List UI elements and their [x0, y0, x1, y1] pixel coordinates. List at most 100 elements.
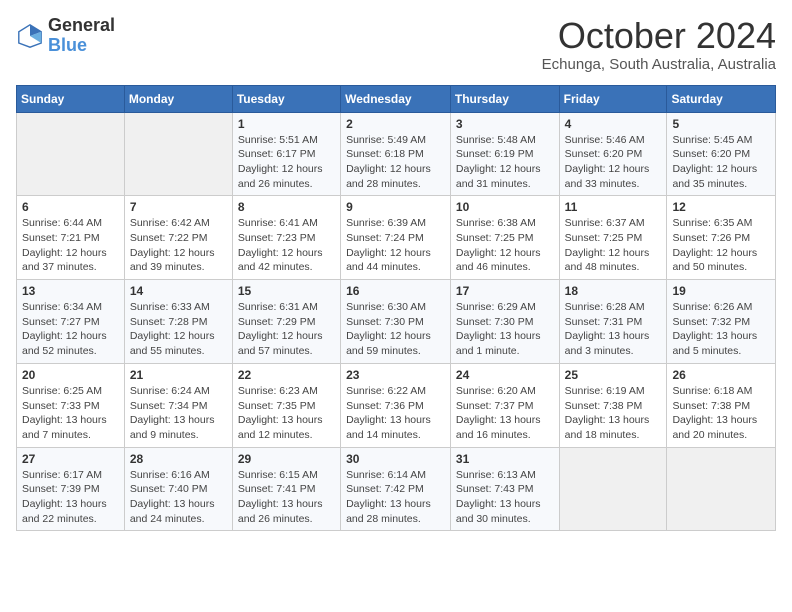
header-cell-thursday: Thursday: [450, 85, 559, 112]
day-info: Sunrise: 6:31 AM Sunset: 7:29 PM Dayligh…: [238, 300, 335, 359]
day-number: 30: [346, 452, 445, 466]
day-info: Sunrise: 6:26 AM Sunset: 7:32 PM Dayligh…: [672, 300, 770, 359]
day-number: 9: [346, 200, 445, 214]
day-number: 28: [130, 452, 227, 466]
month-title: October 2024: [542, 16, 776, 56]
day-number: 21: [130, 368, 227, 382]
day-number: 24: [456, 368, 554, 382]
header-cell-sunday: Sunday: [17, 85, 125, 112]
day-info: Sunrise: 6:18 AM Sunset: 7:38 PM Dayligh…: [672, 384, 770, 443]
day-cell: 11 Sunrise: 6:37 AM Sunset: 7:25 PM Dayli…: [559, 196, 667, 280]
day-number: 27: [22, 452, 119, 466]
header-row: SundayMondayTuesdayWednesdayThursdayFrid…: [17, 85, 776, 112]
week-row-2: 6 Sunrise: 6:44 AM Sunset: 7:21 PM Daylig…: [17, 196, 776, 280]
day-info: Sunrise: 6:29 AM Sunset: 7:30 PM Dayligh…: [456, 300, 554, 359]
day-number: 7: [130, 200, 227, 214]
day-cell: [559, 447, 667, 531]
day-info: Sunrise: 6:37 AM Sunset: 7:25 PM Dayligh…: [565, 216, 662, 275]
header-cell-saturday: Saturday: [667, 85, 776, 112]
day-cell: 6 Sunrise: 6:44 AM Sunset: 7:21 PM Daylig…: [17, 196, 125, 280]
day-info: Sunrise: 6:35 AM Sunset: 7:26 PM Dayligh…: [672, 216, 770, 275]
day-cell: 22 Sunrise: 6:23 AM Sunset: 7:35 PM Dayli…: [232, 363, 340, 447]
day-number: 1: [238, 117, 335, 131]
header: General Blue October 2024 Echunga, South…: [16, 16, 776, 73]
logo-text: General Blue: [48, 16, 115, 56]
day-info: Sunrise: 6:24 AM Sunset: 7:34 PM Dayligh…: [130, 384, 227, 443]
day-number: 17: [456, 284, 554, 298]
header-cell-tuesday: Tuesday: [232, 85, 340, 112]
calendar-table: SundayMondayTuesdayWednesdayThursdayFrid…: [16, 85, 776, 532]
day-number: 25: [565, 368, 662, 382]
day-info: Sunrise: 6:30 AM Sunset: 7:30 PM Dayligh…: [346, 300, 445, 359]
day-number: 15: [238, 284, 335, 298]
day-info: Sunrise: 6:22 AM Sunset: 7:36 PM Dayligh…: [346, 384, 445, 443]
day-cell: 10Sunrise: 6:38 AM Sunset: 7:25 PM Dayli…: [450, 196, 559, 280]
day-cell: 31Sunrise: 6:13 AM Sunset: 7:43 PM Dayli…: [450, 447, 559, 531]
day-cell: 23 Sunrise: 6:22 AM Sunset: 7:36 PM Dayli…: [341, 363, 451, 447]
day-number: 12: [672, 200, 770, 214]
day-cell: [667, 447, 776, 531]
day-number: 18: [565, 284, 662, 298]
day-cell: 4 Sunrise: 5:46 AM Sunset: 6:20 PM Daylig…: [559, 112, 667, 196]
day-cell: 12 Sunrise: 6:35 AM Sunset: 7:26 PM Dayli…: [667, 196, 776, 280]
day-info: Sunrise: 6:20 AM Sunset: 7:37 PM Dayligh…: [456, 384, 554, 443]
day-info: Sunrise: 6:41 AM Sunset: 7:23 PM Dayligh…: [238, 216, 335, 275]
day-info: Sunrise: 6:42 AM Sunset: 7:22 PM Dayligh…: [130, 216, 227, 275]
day-info: Sunrise: 5:48 AM Sunset: 6:19 PM Dayligh…: [456, 133, 554, 192]
logo-general: General: [48, 16, 115, 36]
day-number: 3: [456, 117, 554, 131]
header-cell-monday: Monday: [124, 85, 232, 112]
day-number: 20: [22, 368, 119, 382]
day-cell: 3 Sunrise: 5:48 AM Sunset: 6:19 PM Daylig…: [450, 112, 559, 196]
week-row-5: 27Sunrise: 6:17 AM Sunset: 7:39 PM Dayli…: [17, 447, 776, 531]
day-number: 8: [238, 200, 335, 214]
day-info: Sunrise: 5:45 AM Sunset: 6:20 PM Dayligh…: [672, 133, 770, 192]
day-info: Sunrise: 6:16 AM Sunset: 7:40 PM Dayligh…: [130, 468, 227, 527]
day-cell: 18 Sunrise: 6:28 AM Sunset: 7:31 PM Dayli…: [559, 280, 667, 364]
week-row-1: 1 Sunrise: 5:51 AM Sunset: 6:17 PM Daylig…: [17, 112, 776, 196]
calendar-body: 1 Sunrise: 5:51 AM Sunset: 6:17 PM Daylig…: [17, 112, 776, 531]
day-cell: 30 Sunrise: 6:14 AM Sunset: 7:42 PM Dayli…: [341, 447, 451, 531]
day-cell: 21 Sunrise: 6:24 AM Sunset: 7:34 PM Dayli…: [124, 363, 232, 447]
day-info: Sunrise: 6:44 AM Sunset: 7:21 PM Dayligh…: [22, 216, 119, 275]
day-number: 31: [456, 452, 554, 466]
day-number: 16: [346, 284, 445, 298]
week-row-4: 20 Sunrise: 6:25 AM Sunset: 7:33 PM Dayli…: [17, 363, 776, 447]
week-row-3: 13Sunrise: 6:34 AM Sunset: 7:27 PM Dayli…: [17, 280, 776, 364]
title-area: October 2024 Echunga, South Australia, A…: [542, 16, 776, 73]
day-number: 26: [672, 368, 770, 382]
day-cell: 2Sunrise: 5:49 AM Sunset: 6:18 PM Daylig…: [341, 112, 451, 196]
day-info: Sunrise: 6:14 AM Sunset: 7:42 PM Dayligh…: [346, 468, 445, 527]
day-number: 5: [672, 117, 770, 131]
day-cell: 15 Sunrise: 6:31 AM Sunset: 7:29 PM Dayli…: [232, 280, 340, 364]
day-number: 14: [130, 284, 227, 298]
day-info: Sunrise: 6:33 AM Sunset: 7:28 PM Dayligh…: [130, 300, 227, 359]
logo-icon: [16, 22, 44, 50]
day-info: Sunrise: 5:51 AM Sunset: 6:17 PM Dayligh…: [238, 133, 335, 192]
day-number: 4: [565, 117, 662, 131]
day-number: 22: [238, 368, 335, 382]
day-cell: [124, 112, 232, 196]
day-cell: 16 Sunrise: 6:30 AM Sunset: 7:30 PM Dayli…: [341, 280, 451, 364]
day-cell: [17, 112, 125, 196]
day-cell: 20 Sunrise: 6:25 AM Sunset: 7:33 PM Dayli…: [17, 363, 125, 447]
day-number: 23: [346, 368, 445, 382]
day-cell: 13Sunrise: 6:34 AM Sunset: 7:27 PM Dayli…: [17, 280, 125, 364]
day-cell: 7 Sunrise: 6:42 AM Sunset: 7:22 PM Daylig…: [124, 196, 232, 280]
header-cell-wednesday: Wednesday: [341, 85, 451, 112]
day-cell: 9Sunrise: 6:39 AM Sunset: 7:24 PM Daylig…: [341, 196, 451, 280]
logo-blue: Blue: [48, 36, 115, 56]
day-info: Sunrise: 5:46 AM Sunset: 6:20 PM Dayligh…: [565, 133, 662, 192]
day-info: Sunrise: 6:15 AM Sunset: 7:41 PM Dayligh…: [238, 468, 335, 527]
day-info: Sunrise: 6:23 AM Sunset: 7:35 PM Dayligh…: [238, 384, 335, 443]
day-cell: 24 Sunrise: 6:20 AM Sunset: 7:37 PM Dayli…: [450, 363, 559, 447]
day-info: Sunrise: 6:25 AM Sunset: 7:33 PM Dayligh…: [22, 384, 119, 443]
day-number: 6: [22, 200, 119, 214]
day-number: 10: [456, 200, 554, 214]
day-number: 29: [238, 452, 335, 466]
day-number: 11: [565, 200, 662, 214]
day-number: 2: [346, 117, 445, 131]
day-cell: 8 Sunrise: 6:41 AM Sunset: 7:23 PM Daylig…: [232, 196, 340, 280]
day-info: Sunrise: 6:34 AM Sunset: 7:27 PM Dayligh…: [22, 300, 119, 359]
day-info: Sunrise: 6:28 AM Sunset: 7:31 PM Dayligh…: [565, 300, 662, 359]
